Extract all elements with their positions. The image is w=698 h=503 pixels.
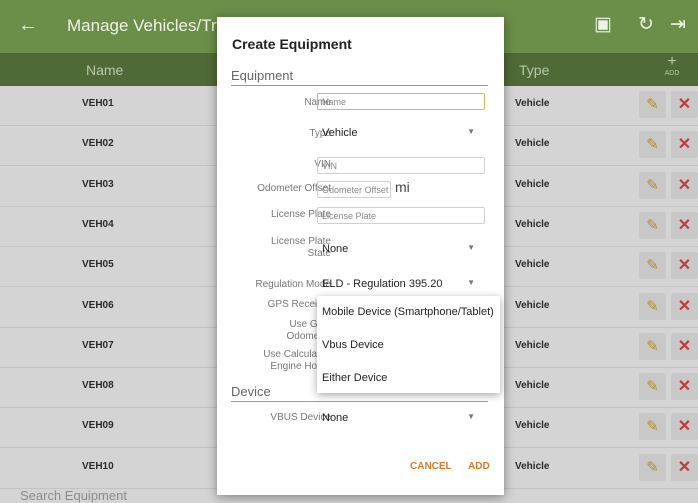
search-input[interactable]: Search Equipment	[20, 488, 127, 503]
create-equipment-dialog: Create Equipment Equipment Name Name Typ…	[217, 17, 504, 495]
add-equipment-button[interactable]: + ADD	[660, 53, 684, 78]
delete-x-icon[interactable]: ✕	[671, 373, 698, 401]
row-name: VEH09	[82, 420, 114, 432]
chevron-down-icon: ▼	[467, 243, 475, 252]
delete-x-icon[interactable]: ✕	[671, 252, 698, 280]
row-type: Vehicle	[515, 218, 550, 230]
pencil-icon[interactable]: ✎	[639, 91, 666, 118]
pencil-icon[interactable]: ✎	[639, 131, 666, 159]
pencil-icon[interactable]: ✎	[639, 413, 666, 441]
pencil-icon[interactable]: ✎	[639, 211, 666, 239]
license-plate-input[interactable]: License Plate	[317, 207, 485, 224]
pencil-icon[interactable]: ✎	[639, 171, 666, 199]
label-regulation-mode: Regulation Mode	[255, 279, 331, 290]
row-type: Vehicle	[515, 460, 550, 472]
license-plate-state-value: None	[322, 243, 349, 255]
vbus-device-value: None	[322, 412, 349, 424]
row-name: VEH08	[82, 380, 114, 392]
delete-x-icon[interactable]: ✕	[671, 453, 698, 481]
chevron-down-icon: ▼	[467, 412, 475, 421]
header-name: Name	[86, 62, 124, 78]
pencil-icon[interactable]: ✎	[639, 292, 666, 320]
header-type: Type	[519, 62, 550, 78]
type-select[interactable]: Vehicle ▼	[322, 127, 479, 139]
pencil-icon[interactable]: ✎	[639, 453, 666, 481]
pencil-icon[interactable]: ✎	[639, 373, 666, 401]
refresh-icon[interactable]: ↻	[638, 13, 654, 36]
logout-icon[interactable]: ⇥	[670, 13, 686, 36]
delete-x-icon[interactable]: ✕	[671, 131, 698, 159]
option-vbus-device[interactable]: Vbus Device	[322, 339, 384, 351]
row-name: VEH07	[82, 339, 114, 351]
row-name: VEH01	[82, 98, 114, 109]
delete-x-icon[interactable]: ✕	[671, 211, 698, 239]
row-name: VEH05	[82, 259, 114, 271]
back-arrow-icon[interactable]: ←	[18, 14, 38, 37]
vin-input[interactable]: VIN	[317, 157, 485, 174]
option-mobile-device[interactable]: Mobile Device (Smartphone/Tablet)	[322, 306, 494, 318]
vbus-device-select[interactable]: None ▼	[322, 412, 479, 424]
row-type: Vehicle	[515, 259, 550, 271]
row-type: Vehicle	[515, 98, 550, 109]
add-button[interactable]: ADD	[468, 461, 490, 472]
option-either-device[interactable]: Either Device	[322, 372, 387, 384]
chevron-down-icon: ▼	[467, 278, 475, 287]
row-type: Vehicle	[515, 420, 550, 432]
pencil-icon[interactable]: ✎	[639, 252, 666, 280]
pencil-icon[interactable]: ✎	[639, 332, 666, 360]
odometer-offset-input[interactable]: Odometer Offset	[317, 181, 391, 198]
row-type: Vehicle	[515, 299, 550, 311]
row-type: Vehicle	[515, 178, 550, 190]
type-value: Vehicle	[322, 127, 358, 139]
row-type: Vehicle	[515, 138, 550, 150]
row-type: Vehicle	[515, 339, 550, 351]
section-divider	[231, 401, 488, 402]
regulation-mode-select[interactable]: ELD - Regulation 395.20 ▼	[322, 278, 479, 290]
row-type: Vehicle	[515, 380, 550, 392]
delete-x-icon[interactable]: ✕	[671, 292, 698, 320]
regulation-mode-value: ELD - Regulation 395.20	[322, 278, 443, 290]
license-plate-state-select[interactable]: None ▼	[322, 243, 479, 255]
delete-x-icon[interactable]: ✕	[671, 91, 698, 118]
row-name: VEH06	[82, 299, 114, 311]
section-device: Device	[231, 384, 271, 399]
add-label: ADD	[664, 70, 680, 77]
row-name: VEH03	[82, 178, 114, 190]
plus-icon: +	[667, 53, 677, 70]
chevron-down-icon: ▼	[467, 127, 475, 136]
row-name: VEH10	[82, 460, 114, 472]
section-divider	[231, 85, 488, 86]
delete-x-icon[interactable]: ✕	[671, 332, 698, 360]
odometer-unit: mi	[395, 179, 410, 195]
name-input[interactable]: Name	[317, 93, 485, 110]
delete-x-icon[interactable]: ✕	[671, 171, 698, 199]
gps-receiver-dropdown: Mobile Device (Smartphone/Tablet) Vbus D…	[317, 296, 500, 393]
dialog-title: Create Equipment	[232, 36, 352, 52]
row-name: VEH04	[82, 218, 114, 230]
section-equipment: Equipment	[231, 68, 294, 83]
import-icon[interactable]: ▣	[594, 13, 612, 36]
cancel-button[interactable]: CANCEL	[410, 461, 452, 472]
delete-x-icon[interactable]: ✕	[671, 413, 698, 441]
row-name: VEH02	[82, 138, 114, 150]
